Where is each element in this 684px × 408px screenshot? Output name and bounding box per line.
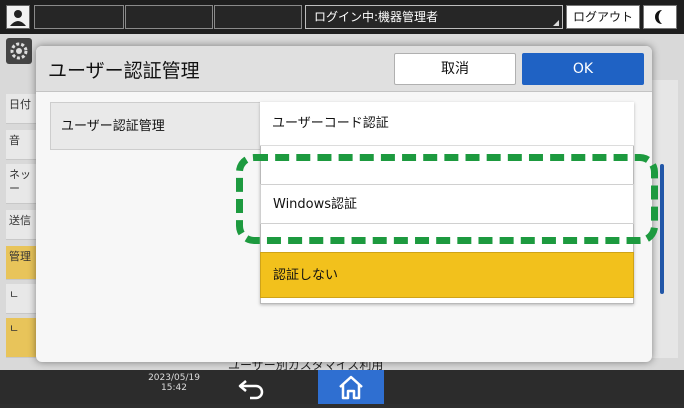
login-status-text: ログイン中:機器管理者 <box>314 10 439 24</box>
settings-gear-icon <box>6 38 32 64</box>
date-text: 2023/05/19 <box>148 373 200 383</box>
dialog-title: ユーザー認証管理 <box>48 60 200 82</box>
time-text: 15:42 <box>161 383 187 393</box>
home-button[interactable] <box>318 370 384 404</box>
date-time: 2023/05/19 15:42 <box>146 373 202 393</box>
bg-scrollbar <box>660 164 664 294</box>
bg-menu-item: 日付 <box>6 94 40 124</box>
back-button[interactable] <box>232 372 272 402</box>
user-icon <box>10 10 26 26</box>
option-windows-auth[interactable]: Windows認証 <box>260 184 634 224</box>
ok-button[interactable]: OK <box>522 53 644 85</box>
bg-menu-item: 送信 <box>6 210 40 240</box>
back-arrow-icon <box>238 380 264 400</box>
status-slot <box>125 5 213 29</box>
status-slot <box>34 5 124 29</box>
option-no-auth[interactable]: 認証しない <box>260 252 634 298</box>
home-icon <box>339 375 363 400</box>
bg-menu-item: 管理 <box>6 246 40 280</box>
moon-icon <box>655 10 662 24</box>
bg-menu-item: 音 <box>6 130 40 160</box>
bg-menu-item: ㄴ <box>6 284 40 314</box>
status-slot <box>214 5 302 29</box>
user-auth-dialog: ユーザー認証管理 取消 OK ユーザー認証管理 ユーザーコード認証 Window… <box>36 46 652 362</box>
bg-menu-item: ネッ ー <box>6 164 40 204</box>
setting-label: ユーザー認証管理 <box>50 102 266 150</box>
user-button[interactable] <box>6 5 30 29</box>
cancel-button[interactable]: 取消 <box>394 53 516 85</box>
option-user-code-auth[interactable]: ユーザーコード認証 <box>260 102 634 146</box>
bg-menu-item: ㄴ <box>6 318 40 358</box>
logout-button[interactable]: ログアウト <box>566 5 640 29</box>
energy-saver-button[interactable] <box>643 5 677 29</box>
expand-corner-icon <box>553 20 559 26</box>
login-status[interactable]: ログイン中:機器管理者 <box>305 5 563 29</box>
